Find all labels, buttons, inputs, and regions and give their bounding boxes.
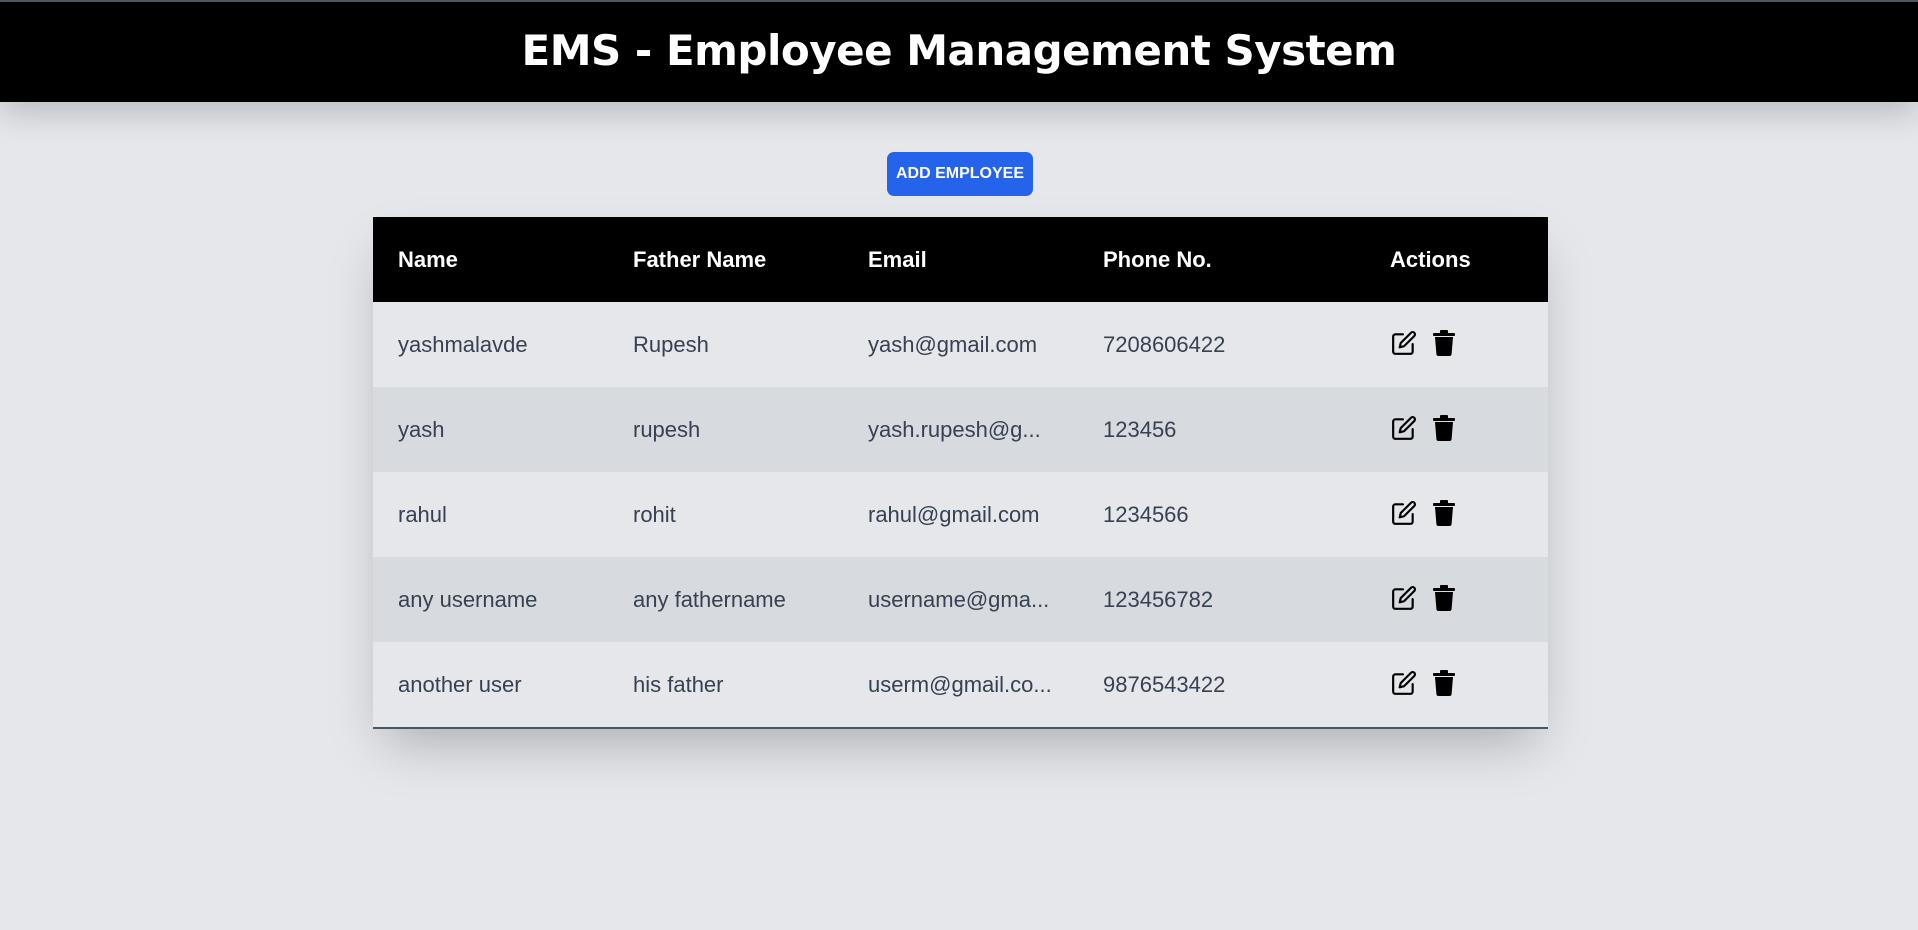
cell-father-name: Rupesh	[633, 331, 709, 357]
column-header-name: Name	[398, 246, 458, 272]
trash-icon[interactable]	[1430, 669, 1458, 697]
cell-father-name: rohit	[633, 501, 676, 527]
trash-icon[interactable]	[1430, 499, 1458, 527]
table-row: another user his father userm@gmail.co..…	[373, 642, 1548, 727]
cell-actions	[1365, 302, 1548, 387]
cell-email: userm@gmail.co...	[868, 671, 1052, 697]
cell-name: any username	[398, 586, 538, 612]
cell-father-name: any fathername	[633, 586, 786, 612]
table-row: rahul rohit rahul@gmail.com 1234566	[373, 472, 1548, 557]
row-actions	[1390, 499, 1548, 527]
cell-phone: 7208606422	[1103, 331, 1226, 357]
page-title: EMS - Employee Management System	[521, 25, 1397, 75]
trash-icon[interactable]	[1430, 329, 1458, 357]
cell-name: yash	[398, 416, 445, 442]
cell-father-name: rupesh	[633, 416, 701, 442]
table-header-row: Name Father Name Email Phone No. Actions	[373, 217, 1548, 302]
column-header-email: Email	[868, 246, 927, 272]
cell-actions	[1365, 557, 1548, 642]
edit-icon[interactable]	[1390, 499, 1418, 527]
cell-father-name: his father	[633, 671, 724, 697]
column-header-actions: Actions	[1390, 246, 1471, 272]
table-row: yash rupesh yash.rupesh@g... 123456	[373, 387, 1548, 472]
employee-table: Name Father Name Email Phone No. Actions…	[373, 217, 1548, 727]
cell-actions	[1365, 642, 1548, 727]
app-header: EMS - Employee Management System	[0, 0, 1918, 102]
cell-email: yash.rupesh@g...	[868, 416, 1041, 442]
edit-icon[interactable]	[1390, 669, 1418, 697]
column-header-phone: Phone No.	[1103, 246, 1212, 272]
row-actions	[1390, 669, 1548, 697]
edit-icon[interactable]	[1390, 414, 1418, 442]
row-actions	[1390, 329, 1548, 357]
table-row: yashmalavde Rupesh yash@gmail.com 720860…	[373, 302, 1548, 387]
cell-phone: 9876543422	[1103, 671, 1226, 697]
add-employee-button[interactable]: ADD EMPLOYEE	[887, 152, 1033, 196]
edit-icon[interactable]	[1390, 329, 1418, 357]
cell-phone: 123456	[1103, 416, 1177, 442]
edit-icon[interactable]	[1390, 584, 1418, 612]
table-header: Name Father Name Email Phone No. Actions	[373, 217, 1548, 302]
cell-name: another user	[398, 671, 522, 697]
cell-actions	[1365, 387, 1548, 472]
row-actions	[1390, 584, 1548, 612]
trash-icon[interactable]	[1430, 414, 1458, 442]
cell-name: yashmalavde	[398, 331, 528, 357]
employee-table-container: Name Father Name Email Phone No. Actions…	[373, 217, 1548, 729]
cell-name: rahul	[398, 501, 447, 527]
column-header-father-name: Father Name	[633, 246, 767, 272]
cell-phone: 1234566	[1103, 501, 1189, 527]
cell-email: yash@gmail.com	[868, 331, 1038, 357]
cell-actions	[1365, 472, 1548, 557]
cell-phone: 123456782	[1103, 586, 1214, 612]
cell-email: username@gma...	[868, 586, 1050, 612]
cell-email: rahul@gmail.com	[868, 501, 1040, 527]
row-actions	[1390, 414, 1548, 442]
trash-icon[interactable]	[1430, 584, 1458, 612]
table-row: any username any fathername username@gma…	[373, 557, 1548, 642]
